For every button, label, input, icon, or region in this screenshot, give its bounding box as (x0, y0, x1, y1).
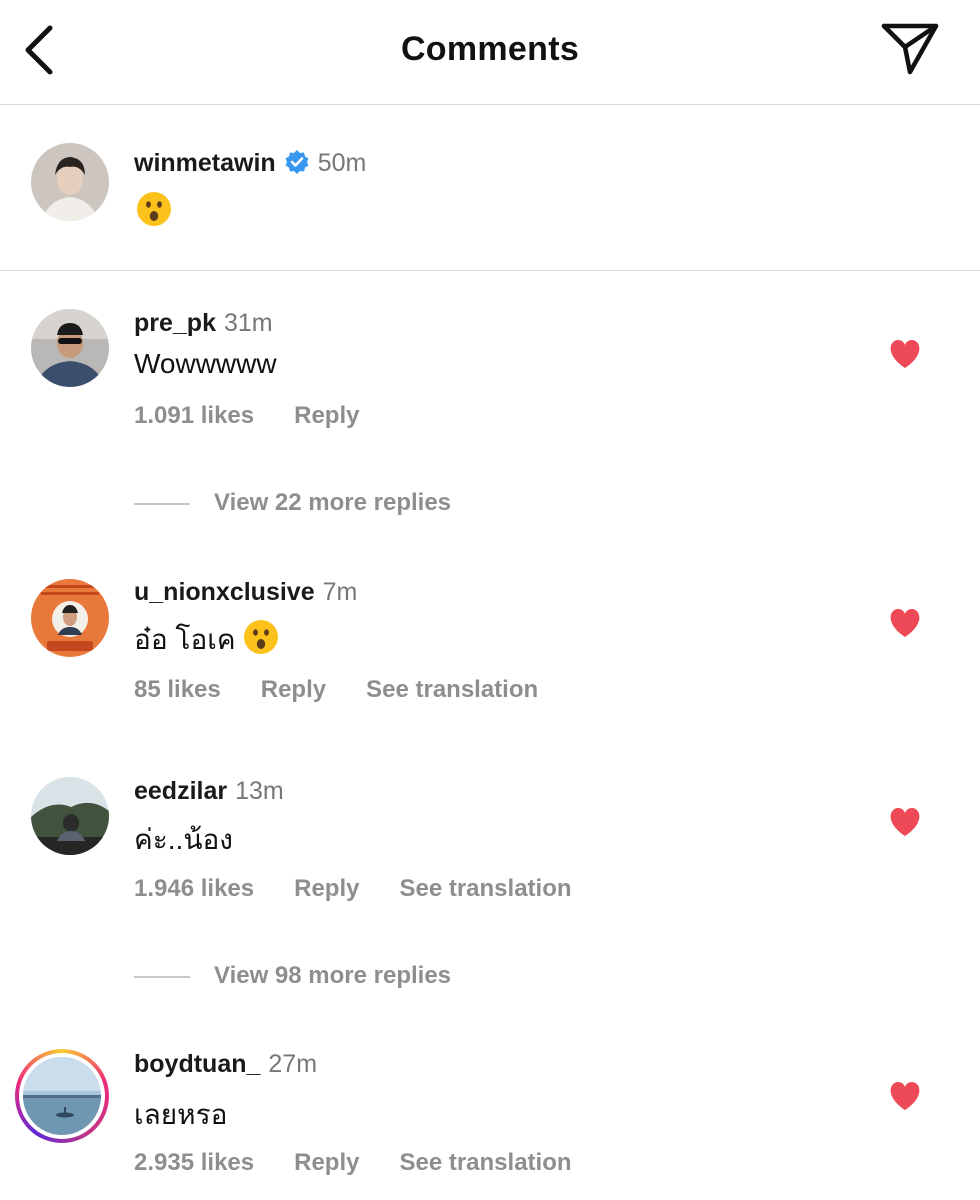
surprised-face-emoji-icon (137, 192, 171, 226)
likes-count[interactable]: 85 likes (134, 676, 221, 703)
comment-text: เลยหรอ (134, 1099, 228, 1130)
avatar[interactable] (31, 777, 109, 855)
avatar[interactable] (31, 579, 109, 657)
comment-header: boydtuan_ 27m (134, 1050, 317, 1079)
comment-actions: 1.946 likes Reply See translation (134, 875, 612, 903)
share-button[interactable] (878, 20, 942, 78)
timestamp: 27m (268, 1050, 318, 1078)
header-bar: Comments (0, 0, 980, 105)
likes-count[interactable]: 1.946 likes (134, 875, 254, 902)
comment-actions: 85 likes Reply See translation (134, 676, 578, 704)
story-ring[interactable] (15, 1049, 109, 1143)
replies-divider-line (134, 502, 190, 505)
comment-header: u_nionxclusive 7m (134, 578, 357, 607)
view-replies-button[interactable]: View 22 more replies (134, 489, 451, 517)
likes-count[interactable]: 2.935 likes (134, 1149, 254, 1176)
timestamp: 7m (322, 578, 358, 606)
username[interactable]: eedzilar (134, 777, 227, 805)
comment-text: Wowwwww (134, 348, 277, 379)
replies-divider-line (134, 975, 190, 978)
username[interactable]: boydtuan_ (134, 1050, 260, 1078)
comment-header: pre_pk 31m (134, 309, 273, 338)
comment-header: winmetawin 50m (134, 149, 366, 182)
timestamp: 31m (223, 309, 273, 337)
heart-icon[interactable] (888, 338, 922, 370)
heart-icon[interactable] (888, 1080, 922, 1112)
surprised-face-emoji-icon (244, 620, 279, 654)
avatar (23, 1057, 101, 1135)
comment-actions: 2.935 likes Reply See translation (134, 1149, 612, 1177)
avatar[interactable] (31, 309, 109, 387)
comment-text-row: อ๋อ โอเค (134, 618, 279, 662)
heart-icon[interactable] (888, 806, 922, 838)
username[interactable]: pre_pk (134, 309, 216, 337)
see-translation-button[interactable]: See translation (366, 676, 538, 703)
view-replies-label: View 22 more replies (214, 489, 452, 516)
comment-text: อ๋อ โอเค (134, 624, 236, 655)
reply-button[interactable]: Reply (294, 1149, 359, 1176)
heart-icon[interactable] (888, 607, 922, 639)
comment-text: ค่ะ..น้อง (134, 824, 233, 855)
username[interactable]: winmetawin (134, 149, 276, 177)
page-title: Comments (400, 30, 580, 68)
view-replies-label: View 98 more replies (214, 962, 452, 989)
reply-button[interactable]: Reply (294, 875, 359, 902)
likes-count[interactable]: 1.091 likes (134, 402, 254, 429)
reply-button[interactable]: Reply (261, 676, 326, 703)
reply-button[interactable]: Reply (294, 402, 359, 429)
timestamp: 13m (235, 777, 284, 805)
see-translation-button[interactable]: See translation (399, 1149, 571, 1176)
comment-header: eedzilar 13m (134, 777, 284, 806)
caption-text (136, 191, 172, 228)
view-replies-button[interactable]: View 98 more replies (134, 962, 451, 990)
paper-plane-icon (881, 23, 939, 75)
username[interactable]: u_nionxclusive (134, 578, 315, 606)
see-translation-button[interactable]: See translation (399, 875, 571, 902)
comment-actions: 1.091 likes Reply (134, 402, 399, 430)
timestamp: 50m (317, 149, 367, 177)
verified-badge-icon (284, 149, 310, 182)
post-caption: winmetawin 50m (0, 105, 980, 271)
avatar[interactable] (31, 143, 109, 221)
